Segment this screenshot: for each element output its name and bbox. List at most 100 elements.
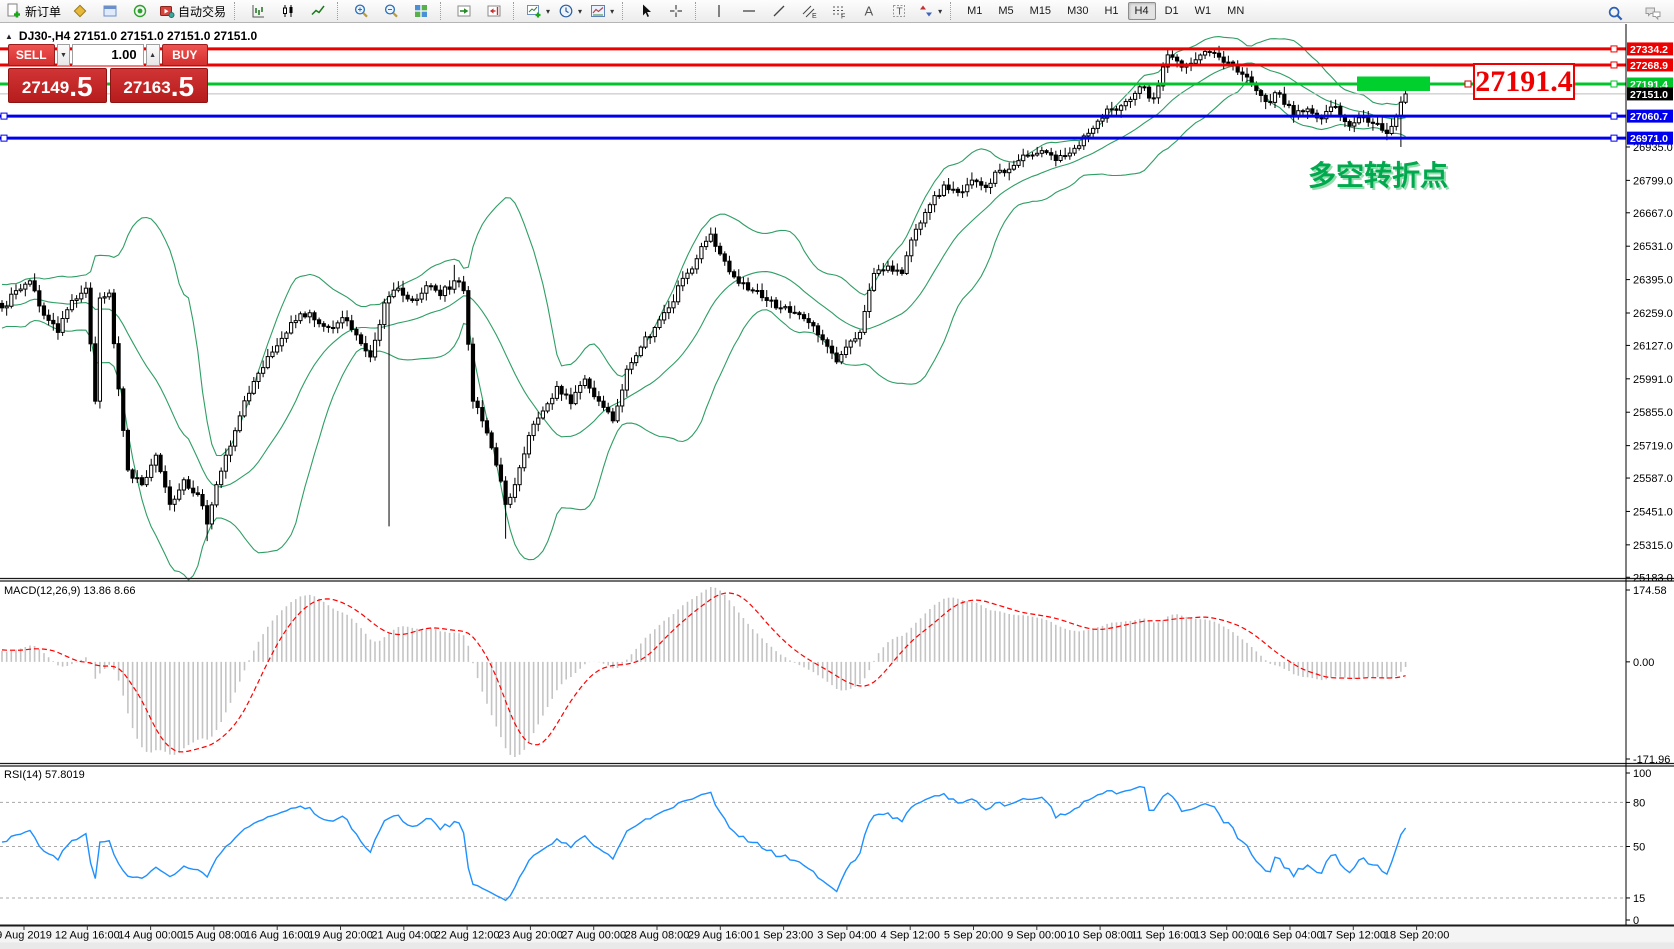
time-tick-label: 9 Sep 00:00 — [1007, 930, 1066, 942]
text-icon: A — [861, 3, 877, 19]
line-end-marker — [1611, 46, 1617, 52]
candlestick-chart-icon — [280, 3, 296, 19]
bar-chart-button[interactable] — [243, 0, 273, 22]
data-window-icon — [102, 3, 118, 19]
highlight-zone-rect[interactable] — [1357, 76, 1430, 90]
price-line-label: 27060.7 — [1627, 110, 1673, 124]
timeframe-button-h1[interactable]: H1 — [1097, 2, 1125, 20]
turning-point-annotation[interactable]: 多空转折点 — [1308, 154, 1448, 194]
svg-text:27151.0: 27151.0 — [1630, 89, 1668, 101]
auto-scroll-button[interactable] — [449, 0, 479, 22]
crosshair-button[interactable] — [661, 0, 691, 22]
new-order-button[interactable]: 新订单 — [2, 0, 65, 22]
search-button[interactable] — [1600, 2, 1630, 24]
time-tick-label: 18 Sep 20:00 — [1384, 930, 1449, 942]
rsi-tick-label: 0 — [1633, 915, 1639, 927]
vertical-line-button[interactable] — [704, 0, 734, 22]
zoom-out-icon — [383, 3, 399, 19]
autotrading-button[interactable]: 自动交易 — [155, 0, 230, 22]
fibonacci-icon: F — [831, 3, 847, 19]
timeframe-button-m30[interactable]: M30 — [1060, 2, 1095, 20]
price-callout-box[interactable]: 27191.4 — [1473, 63, 1575, 100]
price-line-label: 27151.0 — [1627, 87, 1673, 100]
timeframe-button-mn[interactable]: MN — [1220, 2, 1251, 20]
arrows-button[interactable]: ▾ — [914, 0, 946, 22]
chat-button[interactable] — [1638, 2, 1668, 24]
volume-input[interactable]: 1.00 — [72, 44, 143, 66]
signals-button[interactable] — [125, 0, 155, 22]
line-end-marker — [1, 113, 7, 119]
sell-price-display[interactable]: 27149.5 — [8, 68, 107, 103]
profiles-icon — [558, 3, 574, 19]
price-line-label: 26971.0 — [1627, 132, 1673, 146]
market-watch-button[interactable] — [65, 0, 95, 22]
rsi-tick-label: 50 — [1633, 842, 1645, 854]
timeframe-button-m1[interactable]: M1 — [960, 2, 989, 20]
toolbar-separator — [695, 2, 700, 20]
time-tick-label: 13 Sep 00:00 — [1194, 930, 1259, 942]
time-tick-label: 27 Aug 00:00 — [561, 930, 626, 942]
volume-decrease-button[interactable]: ▼ — [57, 44, 71, 66]
timeframe-button-m5[interactable]: M5 — [991, 2, 1020, 20]
text-label-button[interactable]: T — [884, 0, 914, 22]
volume-increase-button[interactable]: ▲ — [146, 44, 160, 66]
toolbar-separator — [234, 2, 239, 20]
buy-price-display[interactable]: 27163.5 — [110, 68, 209, 103]
buy-price-big-digit: .5 — [171, 73, 194, 101]
toolbar-separator — [337, 2, 342, 20]
sell-button[interactable]: SELL — [8, 44, 55, 66]
cursor-icon — [638, 3, 654, 19]
line-chart-button[interactable] — [303, 0, 333, 22]
time-tick-label: 4 Sep 12:00 — [881, 930, 940, 942]
chevron-down-icon: ▾ — [578, 7, 582, 16]
price-tick-label: 25451.0 — [1633, 506, 1673, 518]
timeframe-button-m15[interactable]: M15 — [1023, 2, 1058, 20]
crosshair-icon — [668, 3, 684, 19]
timeframe-group: M1M5M15M30H1H4D1W1MN — [959, 2, 1252, 20]
search-icon — [1607, 5, 1624, 22]
cursor-button[interactable] — [631, 0, 661, 22]
collapse-arrow-icon[interactable]: ▲ — [5, 32, 13, 41]
profiles-button[interactable]: ▾ — [554, 0, 586, 22]
candlestick-chart-button[interactable] — [273, 0, 303, 22]
price-line-label: 27268.9 — [1627, 58, 1673, 72]
time-tick-label: 5 Sep 20:00 — [944, 930, 1003, 942]
timeframe-button-h4[interactable]: H4 — [1128, 2, 1156, 20]
time-tick-label: 29 Aug 16:00 — [688, 930, 753, 942]
templates-button[interactable]: ▾ — [586, 0, 618, 22]
fibonacci-button[interactable]: F — [824, 0, 854, 22]
equidistant-channel-button[interactable]: E — [794, 0, 824, 22]
time-tick-label: 11 Sep 16:00 — [1131, 930, 1196, 942]
tile-windows-button[interactable] — [406, 0, 436, 22]
horizontal-line-icon — [741, 3, 757, 19]
chart-window[interactable]: 26935.026799.026667.026531.026395.026259… — [0, 24, 1674, 949]
time-tick-label: 10 Sep 08:00 — [1067, 930, 1132, 942]
rsi-indicator-label: RSI(14) 57.8019 — [4, 769, 85, 781]
timeframe-button-d1[interactable]: D1 — [1158, 2, 1186, 20]
price-tick-label: 25719.0 — [1633, 441, 1673, 453]
svg-text:27268.9: 27268.9 — [1630, 60, 1668, 72]
buy-button[interactable]: BUY — [162, 44, 209, 66]
price-tick-label: 25855.0 — [1633, 407, 1673, 419]
new-chart-button[interactable]: ▾ — [522, 0, 554, 22]
signals-icon — [132, 3, 148, 19]
data-window-button[interactable] — [95, 0, 125, 22]
svg-text:26971.0: 26971.0 — [1630, 133, 1668, 145]
market-watch-icon — [72, 3, 88, 19]
svg-text:27060.7: 27060.7 — [1630, 111, 1668, 123]
chart-shift-button[interactable] — [479, 0, 509, 22]
time-tick-label: 12 Aug 16:00 — [55, 930, 120, 942]
line-chart-icon — [310, 3, 326, 19]
horizontal-line-button[interactable] — [734, 0, 764, 22]
text-button[interactable]: A — [854, 0, 884, 22]
arrows-icon — [918, 3, 934, 19]
zoom-out-button[interactable] — [376, 0, 406, 22]
trendline-icon — [771, 3, 787, 19]
bar-chart-icon — [250, 3, 266, 19]
sell-price-main: 27149 — [22, 75, 69, 101]
zoom-in-button[interactable] — [346, 0, 376, 22]
tile-windows-icon — [413, 3, 429, 19]
chevron-down-icon: ▾ — [546, 7, 550, 16]
timeframe-button-w1[interactable]: W1 — [1188, 2, 1219, 20]
trendline-button[interactable] — [764, 0, 794, 22]
